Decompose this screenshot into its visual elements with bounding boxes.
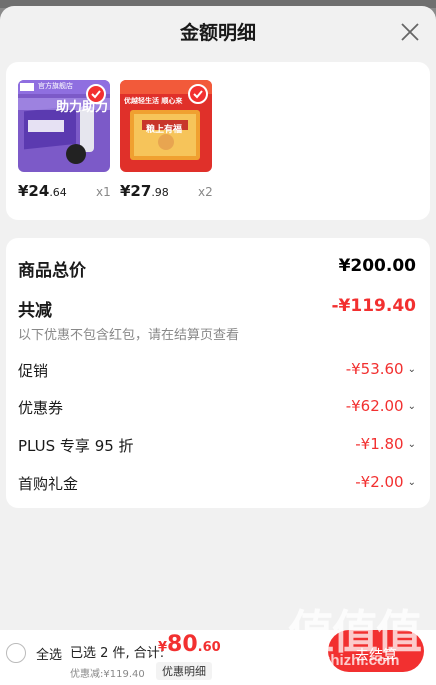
discount-detail-button[interactable]: 优惠明细 (156, 662, 212, 680)
product-thumbnail: 官方旗舰店 助力助力 (18, 80, 110, 172)
product-item[interactable]: 官方旗舰店 助力助力 ¥24.64 x1 (18, 80, 118, 204)
product-price: ¥24.64 (18, 182, 67, 200)
product-item[interactable]: 优越轻生活 顺心来 粮上有福 ¥27.98 x2 (120, 80, 220, 204)
total-currency: ¥ (158, 640, 168, 655)
chevron-down-icon: ⌄ (407, 477, 416, 488)
discount-reduced-text: 优惠减:¥119.40 (70, 669, 145, 680)
checkout-button[interactable]: 去结算 (328, 630, 424, 672)
select-all-radio[interactable] (6, 643, 26, 663)
discount-value: -¥62.00 ⌄ (346, 397, 416, 415)
product-thumbnail: 优越轻生活 顺心来 粮上有福 (120, 80, 212, 172)
chevron-down-icon: ⌄ (407, 439, 416, 450)
selected-check-icon (86, 84, 106, 104)
price-integer: ¥27 (120, 182, 152, 200)
selected-summary: 已选 2 件, 合计: (70, 646, 165, 661)
product-quantity: x2 (198, 185, 213, 199)
amount-detail-sheet: 金额明细 官方旗舰店 助力助力 ¥24.64 x1 优越轻生活 顺心来 粮上有福… (0, 6, 436, 630)
product-quantity: x1 (96, 185, 111, 199)
total-amount: ¥80.60 (158, 632, 221, 657)
total-decimal: .60 (197, 640, 221, 655)
product-headline: 粮上有福 (146, 125, 183, 135)
discount-amount: -¥2.00 (355, 473, 404, 491)
discount-label: PLUS 专享 95 折 (18, 437, 134, 455)
price-decimal: .98 (151, 186, 169, 199)
chevron-down-icon: ⌄ (407, 401, 416, 412)
discount-value: -¥2.00 ⌄ (355, 473, 416, 491)
selected-check-icon (188, 84, 208, 104)
product-list-card: 官方旗舰店 助力助力 ¥24.64 x1 优越轻生活 顺心来 粮上有福 ¥27.… (6, 62, 430, 220)
discount-value: -¥53.60 ⌄ (346, 360, 416, 378)
discount-label: 促销 (18, 362, 49, 380)
discount-amount: -¥53.60 (345, 360, 404, 378)
product-price: ¥27.98 (120, 182, 169, 200)
total-reduction-value: -¥119.40 (331, 296, 417, 316)
discount-label: 首购礼金 (18, 475, 79, 493)
total-price-value: ¥200.00 (338, 256, 416, 276)
product-banner-text: 官方旗舰店 (38, 82, 73, 90)
product-banner-text: 优越轻生活 顺心来 (124, 97, 183, 105)
discount-label: 优惠券 (18, 399, 64, 417)
sheet-title: 金额明细 (179, 22, 256, 44)
discount-amount: -¥62.00 (345, 397, 404, 415)
price-integer: ¥24 (18, 182, 50, 200)
price-decimal: .64 (49, 186, 67, 199)
checkout-bar: 全选 已选 2 件, 合计: ¥80.60 优惠减:¥119.40 优惠明细 去… (0, 630, 436, 685)
select-all-label[interactable]: 全选 (36, 644, 62, 663)
amount-summary-card: 商品总价 ¥200.00 共减 -¥119.40 以下优惠不包含红包，请在结算页… (6, 238, 430, 508)
discount-note: 以下优惠不包含红包，请在结算页查看 (18, 328, 240, 343)
discount-value: -¥1.80 ⌄ (355, 435, 416, 453)
total-reduction-label: 共减 (18, 301, 52, 321)
total-integer: 80 (167, 632, 198, 657)
total-price-label: 商品总价 (18, 261, 86, 281)
close-icon[interactable] (398, 20, 422, 44)
chevron-down-icon: ⌄ (407, 364, 416, 375)
discount-amount: -¥1.80 (355, 435, 404, 453)
